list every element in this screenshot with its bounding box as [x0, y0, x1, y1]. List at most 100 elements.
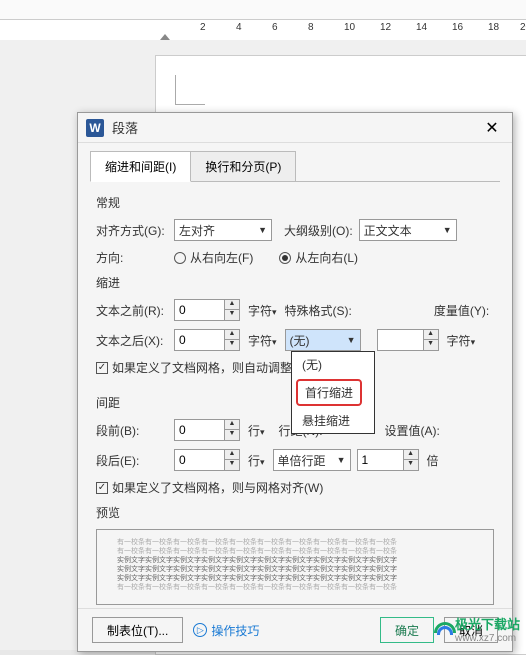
watermark-url: www.xz7.com — [455, 633, 520, 644]
special-format-label: 特殊格式(S): — [285, 302, 352, 319]
general-section-title: 常规 — [96, 194, 494, 211]
ruler-mark: 18 — [488, 22, 499, 33]
before-text-input[interactable] — [174, 299, 224, 321]
close-button[interactable]: ✕ — [480, 116, 504, 140]
spinner-down-icon[interactable]: ▼ — [404, 460, 418, 470]
preview-gray-line: 有一校条有一校条有一校条有一校条有一校条有一校条有一校条有一校条有一校条有一校条 — [117, 583, 473, 592]
after-para-input[interactable] — [174, 449, 224, 471]
special-option-none[interactable]: (无) — [292, 352, 374, 377]
auto-indent-label: 如果定义了文档网格，则自动调整 — [112, 359, 292, 376]
app-icon: W — [86, 119, 104, 137]
chevron-down-icon: ▼ — [347, 335, 356, 345]
before-text-label: 文本之前(R): — [96, 302, 168, 319]
help-link-label: 操作技巧 — [211, 622, 259, 639]
char-unit-label: 字符▾ — [248, 332, 277, 349]
after-para-spinner[interactable]: ▲▼ — [174, 449, 240, 471]
spinner-down-icon[interactable]: ▼ — [225, 310, 239, 320]
ruler-mark: 2 — [200, 22, 206, 33]
alignment-select[interactable]: 左对齐 ▼ — [174, 219, 272, 241]
set-value-label: 设置值(A): — [385, 422, 440, 439]
ruler-mark: 10 — [344, 22, 355, 33]
preview-sample-line: 实例文字实例文字实例文字实例文字实例文字实例文字实例文字实例文字实例文字实例文字 — [117, 556, 473, 565]
radio-icon — [279, 252, 291, 264]
ruler-mark: 12 — [380, 22, 391, 33]
line-spacing-select[interactable]: 单倍行距 ▼ — [273, 449, 351, 471]
horizontal-ruler: 2 4 6 8 10 12 14 16 18 20 — [0, 20, 526, 40]
watermark-site-name: 极光下载站 — [455, 614, 520, 633]
before-para-spinner[interactable]: ▲▼ — [174, 419, 240, 441]
spinner-up-icon[interactable]: ▲ — [225, 300, 239, 310]
checkbox-checked-icon: ✓ — [96, 482, 108, 494]
outline-level-value: 正文文本 — [364, 222, 412, 239]
preview-sample-line: 实例文字实例文字实例文字实例文字实例文字实例文字实例文字实例文字实例文字实例文字 — [117, 565, 473, 574]
chevron-down-icon: ▼ — [258, 225, 267, 235]
ruler-mark: 6 — [272, 22, 278, 33]
direction-rtl-label: 从右向左(F) — [190, 249, 253, 266]
char-unit-label: 字符▾ — [248, 302, 277, 319]
watermark-logo-icon — [434, 620, 452, 638]
ruler-mark: 8 — [308, 22, 314, 33]
set-value-input[interactable] — [357, 449, 403, 471]
ruler-mark: 16 — [452, 22, 463, 33]
indent-section-title: 缩进 — [96, 274, 494, 291]
grid-align-checkbox[interactable]: ✓ 如果定义了文档网格，则与网格对齐(W) — [96, 479, 323, 496]
before-para-input[interactable] — [174, 419, 224, 441]
special-option-firstline[interactable]: 首行缩进 — [299, 382, 359, 403]
dialog-tabs: 缩进和间距(I) 换行和分页(P) — [78, 143, 512, 182]
special-option-hanging[interactable]: 悬挂缩进 — [292, 408, 374, 433]
chevron-down-icon: ▼ — [337, 455, 346, 465]
outline-label: 大纲级别(O): — [284, 222, 353, 239]
spinner-down-icon[interactable]: ▼ — [225, 460, 239, 470]
tab-indent-spacing[interactable]: 缩进和间距(I) — [90, 151, 191, 182]
direction-rtl-radio[interactable]: 从右向左(F) — [174, 249, 253, 266]
outline-level-select[interactable]: 正文文本 ▼ — [359, 219, 457, 241]
spinner-down-icon[interactable]: ▼ — [424, 340, 438, 350]
tabstops-button[interactable]: 制表位(T)... — [92, 617, 183, 643]
measure-value-input[interactable] — [377, 329, 423, 351]
dialog-title: 段落 — [112, 118, 480, 137]
document-margin-corner — [175, 75, 205, 105]
watermark: 极光下载站 www.xz7.com — [434, 614, 520, 644]
after-text-input[interactable] — [174, 329, 224, 351]
paragraph-dialog: W 段落 ✕ 缩进和间距(I) 换行和分页(P) 常规 对齐方式(G): 左对齐… — [77, 112, 513, 652]
spinner-down-icon[interactable]: ▼ — [225, 340, 239, 350]
direction-ltr-radio[interactable]: 从左向右(L) — [279, 249, 358, 266]
alignment-value: 左对齐 — [179, 222, 215, 239]
after-text-label: 文本之后(X): — [96, 332, 168, 349]
before-text-spinner[interactable]: ▲▼ — [174, 299, 240, 321]
line-spacing-value: 单倍行距 — [278, 452, 326, 469]
char-unit-label: 字符▾ — [447, 332, 476, 349]
set-value-spinner[interactable]: ▲▼ — [357, 449, 419, 471]
ruler-mark: 14 — [416, 22, 427, 33]
preview-sample-line: 实例文字实例文字实例文字实例文字实例文字实例文字实例文字实例文字实例文字实例文字 — [117, 574, 473, 583]
times-unit-label: 倍 — [427, 452, 439, 469]
spinner-up-icon[interactable]: ▲ — [424, 330, 438, 340]
preview-gray-line: 有一校条有一校条有一校条有一校条有一校条有一校条有一校条有一校条有一校条有一校条 — [117, 538, 473, 547]
tab-pagination[interactable]: 换行和分页(P) — [190, 151, 296, 182]
help-link[interactable]: ▷ 操作技巧 — [193, 622, 259, 639]
checkbox-checked-icon: ✓ — [96, 362, 108, 374]
special-format-value: (无) — [290, 332, 310, 349]
special-format-select[interactable]: (无) ▼ — [285, 329, 361, 351]
measure-value-label: 度量值(Y): — [434, 302, 489, 319]
spinner-down-icon[interactable]: ▼ — [225, 430, 239, 440]
spinner-up-icon[interactable]: ▲ — [225, 420, 239, 430]
ruler-mark: 20 — [520, 22, 526, 33]
ruler-mark: 4 — [236, 22, 242, 33]
preview-pane: 有一校条有一校条有一校条有一校条有一校条有一校条有一校条有一校条有一校条有一校条… — [96, 529, 494, 605]
chevron-down-icon: ▼ — [443, 225, 452, 235]
spinner-up-icon[interactable]: ▲ — [225, 330, 239, 340]
line-unit-label: 行▾ — [248, 422, 265, 439]
after-text-spinner[interactable]: ▲▼ — [174, 329, 240, 351]
spinner-up-icon[interactable]: ▲ — [404, 450, 418, 460]
dialog-titlebar: W 段落 ✕ — [78, 113, 512, 143]
direction-label: 方向: — [96, 249, 168, 266]
spinner-up-icon[interactable]: ▲ — [225, 450, 239, 460]
ok-button[interactable]: 确定 — [380, 617, 434, 643]
auto-indent-checkbox[interactable]: ✓ 如果定义了文档网格，则自动调整 — [96, 359, 292, 376]
line-unit-label: 行▾ — [248, 452, 265, 469]
measure-value-spinner[interactable]: ▲▼ — [377, 329, 439, 351]
ruler-indent-marker[interactable] — [160, 34, 170, 40]
radio-icon — [174, 252, 186, 264]
special-format-dropdown: (无) 首行缩进 悬挂缩进 — [291, 351, 375, 434]
